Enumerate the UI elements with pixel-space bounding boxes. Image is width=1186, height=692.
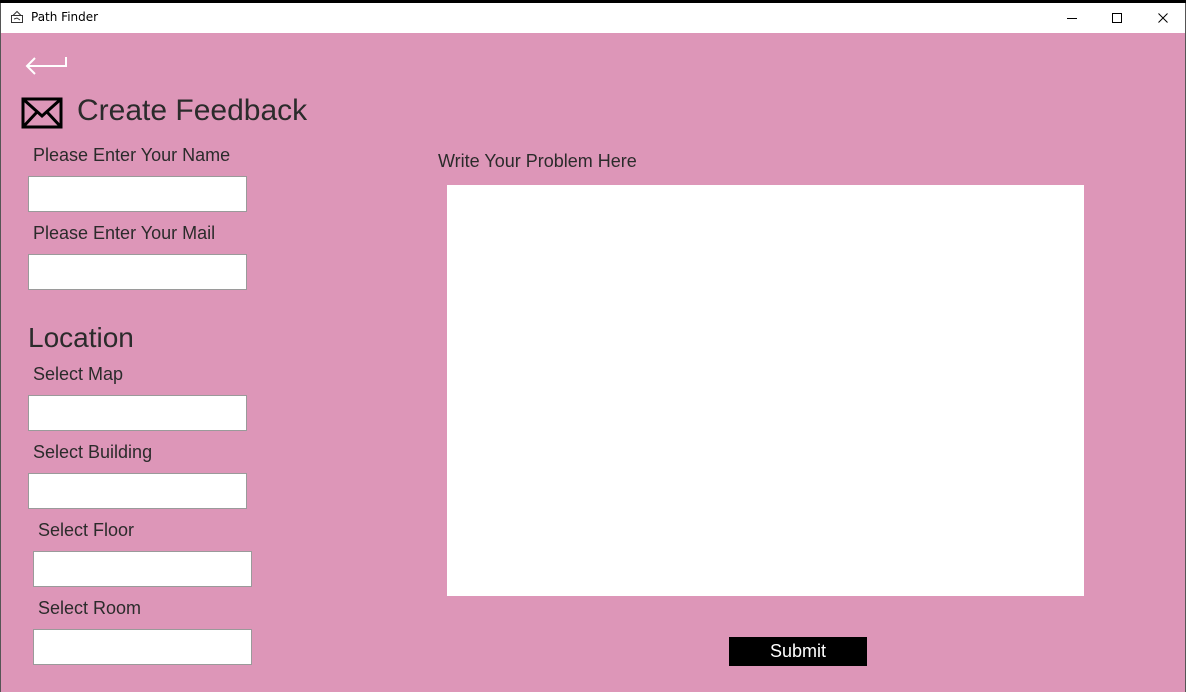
room-label: Select Room: [38, 598, 142, 618]
close-icon: [1158, 12, 1168, 23]
app-icon: [11, 10, 23, 23]
map-label: Select Map: [33, 364, 124, 384]
maximize-button[interactable]: [1094, 3, 1140, 32]
window-title: Path Finder: [31, 10, 99, 24]
map-input[interactable]: [28, 395, 247, 431]
minimize-icon: [1067, 17, 1077, 19]
room-input[interactable]: [33, 629, 252, 665]
name-label: Please Enter Your Name: [33, 145, 231, 165]
problem-label: Write Your Problem Here: [438, 151, 637, 171]
location-heading: Location: [28, 322, 134, 353]
mail-label: Please Enter Your Mail: [33, 223, 216, 243]
back-arrow-icon[interactable]: [23, 53, 69, 83]
floor-label: Select Floor: [38, 520, 135, 540]
feedback-page: Create Feedback Please Enter Your Name P…: [1, 33, 1185, 692]
minimize-button[interactable]: [1049, 3, 1095, 32]
envelope-icon: [21, 97, 63, 129]
floor-input[interactable]: [33, 551, 252, 587]
submit-button[interactable]: Submit: [729, 637, 867, 666]
page-title: Create Feedback: [77, 94, 308, 127]
maximize-icon: [1112, 12, 1122, 23]
building-label: Select Building: [33, 442, 153, 462]
problem-textarea[interactable]: [447, 185, 1084, 596]
app-window: Path Finder Create Feedback Please Enter…: [0, 3, 1186, 692]
mail-input[interactable]: [28, 254, 247, 290]
name-input[interactable]: [28, 176, 247, 212]
title-bar[interactable]: Path Finder: [1, 3, 1185, 33]
building-input[interactable]: [28, 473, 247, 509]
close-button[interactable]: [1140, 3, 1186, 32]
